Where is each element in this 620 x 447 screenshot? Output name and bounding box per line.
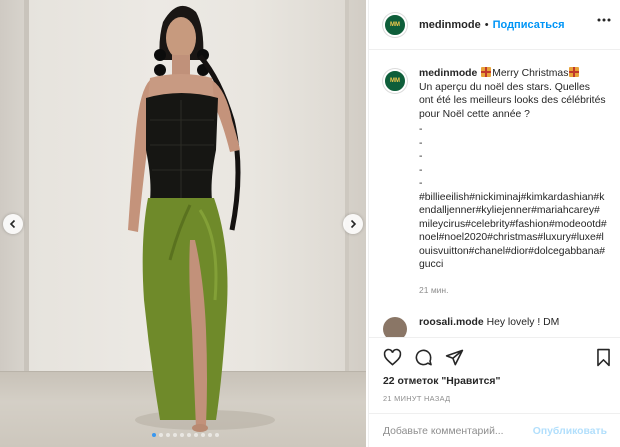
chevron-left-icon (9, 219, 16, 229)
caption-dash-line: - (419, 137, 423, 149)
carousel-dot (166, 433, 170, 437)
carousel-dot (159, 433, 163, 437)
caption-username[interactable]: medinmode (419, 68, 477, 79)
carousel-dot (215, 433, 219, 437)
post-actions: 22 отметок "Нравится" 21 МИНУТ НАЗАД Опу… (369, 337, 620, 447)
caption-dashes: - - - - - (419, 123, 607, 191)
comment-text: Hey lovely ! DM (486, 317, 560, 328)
carousel-dot (208, 433, 212, 437)
carousel-dot (201, 433, 205, 437)
carousel-dot (194, 433, 198, 437)
gift-icon (481, 67, 492, 77)
comment-input[interactable] (383, 425, 533, 437)
carousel-next-button[interactable] (343, 214, 363, 234)
gift-icon (569, 67, 580, 77)
caption-dash-line: - (419, 124, 423, 135)
header-username[interactable]: medinmode (419, 19, 481, 31)
post-comment-button[interactable]: Опубликовать (533, 426, 607, 437)
photo-subject (128, 5, 275, 432)
post-header: MM medinmode • Подписаться (369, 0, 620, 50)
header-separator: • (484, 18, 489, 31)
comments-section[interactable]: MM medinmode Merry Christmas Un aperçu d… (369, 51, 620, 337)
follow-button[interactable]: Подписаться (493, 19, 565, 31)
heart-icon[interactable] (383, 348, 402, 367)
chevron-right-icon (350, 219, 357, 229)
carousel-dot (152, 433, 156, 437)
comment-username[interactable]: roosali.mode (419, 317, 484, 328)
carousel-prev-button[interactable] (3, 214, 23, 234)
commenter-avatar[interactable] (383, 317, 407, 337)
caption-dash-line: - (419, 151, 423, 162)
caption-dash-line: - (419, 178, 423, 189)
caption-timestamp: 21 мин. (419, 284, 449, 295)
share-icon[interactable] (445, 348, 464, 367)
post-timestamp: 21 МИНУТ НАЗАД (383, 394, 451, 403)
carousel-dot (180, 433, 184, 437)
caption-headline: Merry Christmas (492, 68, 569, 79)
caption-hashtags[interactable]: #billieeilish#nickiminaj#kimkardashian#k… (419, 191, 607, 272)
comment-icon[interactable] (414, 348, 433, 367)
avatar[interactable]: MM (383, 12, 407, 37)
caption-avatar[interactable]: MM (383, 69, 407, 93)
likes-count[interactable]: 22 отметок "Нравится" (383, 376, 500, 387)
post-photo[interactable] (0, 0, 366, 447)
caption-dash-line: - (419, 164, 423, 176)
bookmark-icon[interactable] (594, 348, 613, 367)
caption-text: Un aperçu du noël des stars. Quelles ont… (419, 81, 606, 120)
post-panel: MM medinmode • Подписаться MM medinmode … (368, 0, 620, 447)
comment-item: roosali.mode Hey lovely ! DM (383, 317, 607, 337)
more-options-icon[interactable] (597, 18, 611, 22)
add-comment-bar: Опубликовать (369, 413, 620, 447)
carousel-indicator (152, 433, 219, 437)
carousel-dot (187, 433, 191, 437)
carousel-dot (173, 433, 177, 437)
caption: MM medinmode Merry Christmas Un aperçu d… (383, 67, 607, 297)
